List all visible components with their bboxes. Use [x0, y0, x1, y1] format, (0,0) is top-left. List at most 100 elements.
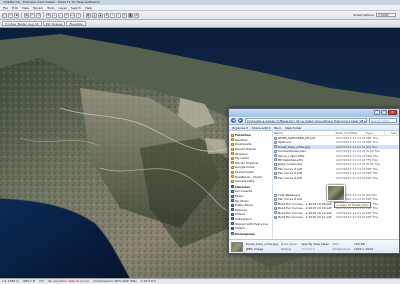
save-icon[interactable]: ▪	[14, 12, 19, 18]
grid-icon[interactable]: #	[104, 12, 109, 18]
file-name-text: Tide Tables.jpg	[278, 193, 301, 198]
select-icon[interactable]: ➚	[76, 12, 81, 18]
new-icon[interactable]: □	[2, 12, 7, 18]
file-name-text: Fair Curve 3.pdf	[278, 171, 302, 176]
file-name-text: DP Dakkhana.tfs	[278, 157, 303, 162]
organize-button[interactable]: Organize ▾	[232, 126, 248, 130]
details-date-value[interactable]: Specify date taken	[301, 242, 329, 246]
menu-tools[interactable]: Tools	[47, 6, 54, 10]
library-icon	[231, 185, 234, 189]
file-date-text: 2/07/2013 11:23 AM	[336, 153, 365, 158]
file-icon	[274, 158, 277, 162]
folder-icon	[231, 179, 234, 183]
menu-edit[interactable]: Edit	[12, 6, 18, 10]
close-button[interactable]: ✕	[388, 110, 397, 115]
nav-item[interactable]: Shared with Everyone	[229, 221, 272, 226]
file-name: Boat Fun Curves - 2 2015 10 11.pdf	[273, 215, 335, 219]
file-type-text: JPG File	[366, 193, 377, 198]
address-path[interactable]: Computer ▸ galvan (\\fileserver) (O:) ▸ …	[245, 118, 367, 123]
file-name-text: Data_tuned.xlsx	[278, 162, 303, 167]
tab-elevation[interactable]: Elevation	[66, 21, 87, 26]
file-name-text: Boat Fun Curves - 2 2015 10 09.pdf	[278, 206, 332, 211]
burn-button[interactable]: Burn	[274, 126, 281, 130]
file-type-text: JPG File	[366, 144, 377, 149]
info-icon[interactable]: i	[110, 12, 115, 18]
menu-file[interactable]: File	[3, 6, 8, 10]
nav-item-label: Documents	[235, 189, 253, 194]
measure-icon[interactable]: ⟷	[70, 12, 75, 18]
back-icon[interactable]: ◀	[231, 118, 236, 123]
file-date-text: 2/07/2013 11:23 AM	[336, 149, 365, 154]
menu-layer[interactable]: Layer	[59, 6, 67, 10]
terrain-icon[interactable]: ▲	[98, 12, 103, 18]
folder-icon	[231, 161, 234, 165]
print-icon[interactable]: ▤	[24, 12, 29, 18]
nav-item-label: Downloads	[235, 142, 252, 147]
layer-tabs-bar: Frontier Raster Aug 09 Ext Shapes Elevat…	[0, 20, 400, 28]
scale-select[interactable]: 1:5000	[376, 13, 396, 17]
scale-control: Scale Options 1:5000	[353, 13, 396, 17]
library-icon	[231, 208, 234, 212]
menu-search[interactable]: Search	[71, 6, 81, 10]
details-meta-3: Size: Dimensions:	[332, 242, 351, 251]
tab-frontier-raster[interactable]: Frontier Raster Aug 09	[2, 21, 42, 26]
cut-icon[interactable]: ✂	[30, 12, 35, 18]
library-icon	[231, 199, 234, 203]
settings-icon[interactable]: ⚙	[134, 12, 139, 18]
column-name[interactable]: Name	[273, 131, 335, 135]
search-icon[interactable]: ⌕	[116, 12, 121, 18]
toolbar-separator	[21, 12, 22, 18]
file-type-text: XLSX File	[366, 149, 380, 154]
star-icon	[231, 133, 234, 137]
menu-terrain[interactable]: Terrain	[33, 6, 43, 10]
zoom-in-icon[interactable]: +	[52, 12, 57, 18]
tab-ext-shapes[interactable]: Ext Shapes	[42, 21, 66, 26]
nav-item[interactable]: Sample Data	[229, 179, 272, 184]
column-date[interactable]: Date modified	[335, 131, 365, 135]
nav-item-label: Pictures	[235, 207, 247, 212]
status-bar: x:1 1380 m 984.7 ft 72° No elevation dat…	[0, 278, 400, 284]
minimize-button[interactable]: _	[374, 110, 380, 115]
file-name-text: Pecos_I_dpro.PRG	[278, 153, 305, 158]
camera-icon[interactable]: ◙	[128, 12, 133, 18]
3d-view-icon[interactable]: ◭	[92, 12, 97, 18]
file-name-text: Boat Fun Curves - 2 2015 10 08.pdf	[278, 201, 332, 206]
new-folder-button[interactable]: New folder	[285, 126, 301, 130]
nav-item-label: Shared Data	[235, 170, 254, 175]
maximize-button[interactable]: □	[381, 110, 387, 115]
menu-view[interactable]: View	[22, 6, 29, 10]
forward-icon[interactable]: ▶	[238, 118, 243, 123]
column-type[interactable]: Type	[365, 131, 385, 135]
nav-item-label: Public Music	[235, 203, 254, 208]
file-name-text: Fair Curve 4.pdf	[278, 175, 302, 180]
share-button[interactable]: Share with ▾	[252, 126, 270, 130]
rotate-icon[interactable]: ↻	[64, 12, 69, 18]
status-extra: S 10:5 E:5	[140, 279, 156, 283]
open-icon[interactable]: ▭	[8, 12, 13, 18]
nav-item-label: Videos	[235, 212, 245, 217]
file-row[interactable]: Boat Fun Curves - 2 2015 10 11.pdf 2/07/2…	[273, 215, 399, 219]
nav-item-label: Music	[235, 194, 244, 199]
copy-icon[interactable]: ❐	[36, 12, 41, 18]
file-icon	[274, 176, 277, 180]
menu-help[interactable]: Help	[85, 6, 92, 10]
explorer-title-bar[interactable]: _ □ ✕	[229, 109, 399, 117]
nav-item[interactable]: Videos	[229, 226, 272, 231]
library-icon	[231, 194, 234, 198]
details-rating-value[interactable]: ☆☆☆☆☆	[301, 247, 329, 251]
file-type-text: PRG File	[366, 153, 379, 158]
status-coords: x:1 1380 m	[2, 279, 20, 283]
globe-icon[interactable]: ◎	[122, 12, 127, 18]
layer-icon[interactable]: ◧	[86, 12, 91, 18]
search-input[interactable]: Search Data	[369, 118, 397, 123]
column-size[interactable]: Size	[385, 131, 399, 135]
explorer-body: Favorites Desktop Downloads Recent Places Dr…	[229, 131, 399, 239]
zoom-out-icon[interactable]: −	[58, 12, 63, 18]
file-date-text: 2/07/2013 11:23 AM	[336, 162, 365, 167]
details-filetype: JPEG image	[246, 247, 264, 251]
file-date-text: 2/07/2013 11:23 AM	[336, 166, 365, 171]
nav-item[interactable]: Homegroup	[229, 231, 272, 236]
explorer-address-bar: ◀ ▶ Computer ▸ galvan (\\fileserver) (O:…	[229, 117, 399, 125]
folder-icon	[231, 156, 234, 160]
pan-icon[interactable]: ✥	[46, 12, 51, 18]
